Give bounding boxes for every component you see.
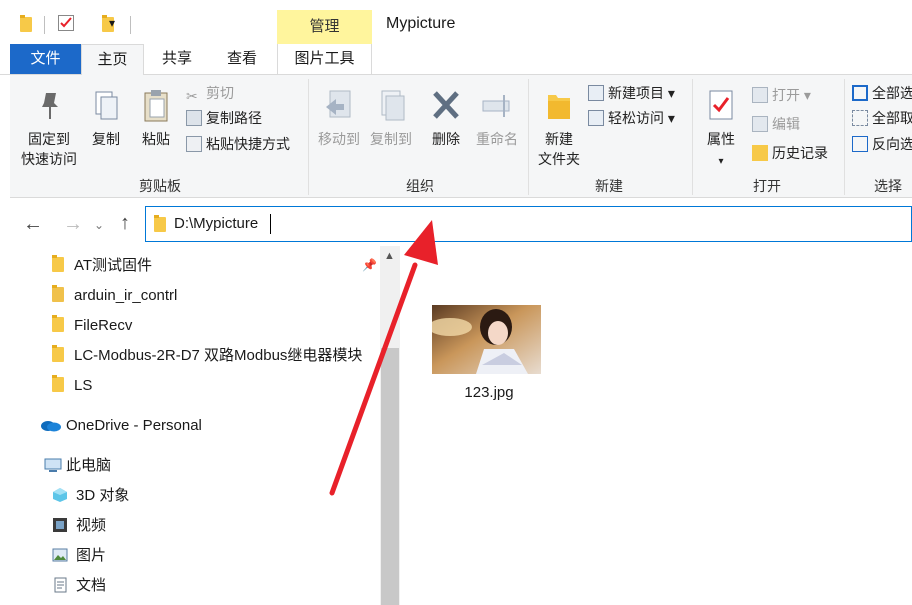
dropdown-arrow-icon: ▾	[664, 85, 675, 101]
group-label-open: 打开	[753, 178, 781, 194]
properties-icon	[709, 90, 733, 120]
paste-shortcut-icon	[186, 136, 202, 152]
nav-item-pictures[interactable]: 图片	[52, 542, 106, 570]
copy-to-icon	[381, 90, 405, 121]
address-path[interactable]: D:\Mypicture	[174, 215, 258, 232]
pin-icon	[42, 93, 58, 119]
move-to-icon	[326, 90, 351, 118]
tab-share[interactable]: 共享	[148, 44, 206, 74]
select-none-button[interactable]: 全部取	[852, 106, 912, 130]
nav-item-documents[interactable]: 文档	[52, 572, 106, 600]
open-icon	[752, 87, 768, 103]
paste-icon	[144, 90, 168, 122]
copy-icon	[95, 91, 118, 120]
divider	[528, 79, 529, 195]
history-button[interactable]: 历史记录	[752, 141, 828, 165]
forward-arrow-icon[interactable]: →	[63, 214, 83, 234]
divider	[692, 79, 693, 195]
cut-button[interactable]: ✂ 剪切	[186, 81, 234, 105]
group-label-clipboard: 剪贴板	[139, 178, 181, 194]
open-button[interactable]: 打开 ▾	[752, 83, 811, 107]
group-label-new: 新建	[595, 178, 623, 194]
nav-item-3d-objects[interactable]: 3D 对象	[52, 482, 129, 510]
text-cursor	[270, 214, 271, 234]
folder-icon	[52, 255, 64, 272]
up-arrow-icon[interactable]: ↑	[120, 213, 130, 233]
tab-picture-tools[interactable]: 图片工具	[277, 44, 372, 74]
copy-to-button[interactable]: 复制到	[366, 87, 416, 149]
edit-icon	[752, 116, 768, 132]
arduino-folder-icon	[52, 285, 64, 302]
pictures-icon	[52, 548, 68, 562]
properties-checkbox-icon[interactable]	[58, 15, 74, 31]
annotation-arrow-icon	[329, 220, 438, 496]
nav-item-ls[interactable]: LS	[52, 372, 92, 400]
delete-button[interactable]: 删除	[426, 87, 466, 149]
select-all-button[interactable]: 全部选	[852, 81, 912, 105]
divider	[44, 16, 45, 34]
invert-selection-button[interactable]: 反向选	[852, 132, 912, 156]
nav-item-at-firmware[interactable]: AT测试固件	[52, 252, 152, 280]
nav-item-arduin-ir-contrl[interactable]: arduin_ir_contrl	[52, 282, 177, 310]
select-all-icon	[852, 85, 868, 101]
delete-x-icon	[433, 91, 459, 119]
title-bar: ▾	[0, 0, 912, 44]
edit-button[interactable]: 编辑	[752, 112, 800, 136]
tab-view[interactable]: 查看	[210, 44, 274, 74]
recent-locations-icon[interactable]: ⌄	[94, 215, 104, 235]
group-label-select: 选择	[874, 178, 902, 194]
dropdown-arrow-icon: ▾	[664, 110, 675, 126]
folder-icon	[52, 315, 64, 332]
divider	[844, 79, 845, 195]
copy-button[interactable]: 复制	[84, 87, 128, 149]
tab-file[interactable]: 文件	[10, 44, 81, 74]
easy-access-button[interactable]: 轻松访问 ▾	[588, 106, 675, 130]
properties-button[interactable]: 属性 ▾	[698, 87, 744, 172]
new-item-button[interactable]: 新建项目 ▾	[588, 81, 675, 105]
folder-icon	[52, 375, 64, 392]
customize-qat-icon[interactable]: ▾	[109, 16, 115, 30]
folder-icon	[20, 15, 32, 32]
copy-path-button[interactable]: 复制路径	[186, 106, 262, 130]
computer-icon	[44, 458, 62, 472]
pin-quick-access-button[interactable]: 固定到 快速访问	[14, 87, 84, 169]
rename-icon	[482, 95, 510, 117]
nav-item-this-pc[interactable]: 此电脑	[44, 452, 111, 480]
video-icon	[53, 518, 67, 532]
move-to-button[interactable]: 移动到	[314, 87, 364, 149]
folder-icon	[154, 215, 166, 232]
nav-item-onedrive[interactable]: OneDrive - Personal	[40, 412, 202, 440]
dropdown-arrow-icon: ▾	[718, 156, 724, 167]
new-folder-icon	[548, 95, 570, 119]
group-label-organize: 组织	[406, 178, 434, 194]
divider	[308, 79, 309, 195]
ribbon: 固定到 快速访问 复制 粘贴 ✂ 剪切 复制路径 粘贴快捷方式 剪贴板 移动到 复…	[10, 75, 912, 198]
tab-home[interactable]: 主页	[81, 44, 144, 75]
divider	[130, 16, 131, 34]
window-title: Mypicture	[386, 15, 456, 32]
context-tab-header: 管理	[277, 10, 372, 44]
dropdown-arrow-icon: ▾	[800, 87, 811, 103]
paste-button[interactable]: 粘贴	[134, 87, 178, 149]
documents-icon	[54, 577, 67, 593]
scissors-icon: ✂	[186, 88, 198, 104]
back-arrow-icon[interactable]: ←	[23, 214, 43, 234]
nav-item-videos[interactable]: 视频	[52, 512, 106, 540]
address-bar[interactable]: D:\Mypicture	[145, 206, 912, 242]
onedrive-icon	[41, 421, 61, 432]
folder-icon	[52, 345, 64, 362]
new-item-icon	[588, 85, 604, 101]
easy-access-icon	[588, 110, 604, 126]
3d-objects-icon	[53, 488, 67, 502]
new-folder-button[interactable]: 新建 文件夹	[532, 87, 586, 169]
copy-path-icon	[186, 110, 202, 126]
nav-item-filerecv[interactable]: FileRecv	[52, 312, 132, 340]
ribbon-tabs: 文件 主页 共享 查看 图片工具	[0, 44, 912, 75]
rename-button[interactable]: 重命名	[470, 87, 524, 149]
paste-shortcut-button[interactable]: 粘贴快捷方式	[186, 132, 290, 156]
history-icon	[752, 145, 768, 161]
select-none-icon	[852, 110, 868, 126]
invert-selection-icon	[852, 136, 868, 152]
